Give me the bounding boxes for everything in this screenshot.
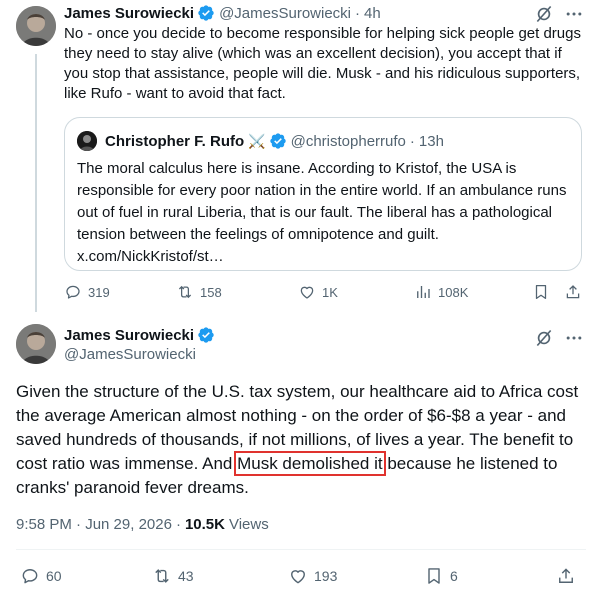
bookmark-button[interactable] [532,283,550,301]
share-icon [566,285,580,299]
heart-icon [300,286,314,299]
avatar[interactable] [16,6,56,46]
views-count: 108K [438,284,469,300]
author-handle[interactable]: @JamesSurowiecki [64,346,196,363]
main-body: Given the structure of the U.S. tax syst… [16,380,586,500]
bookmark-icon [428,568,440,584]
repost-button[interactable]: 158 [176,283,222,301]
quote-author-name[interactable]: Christopher F. Rufo [105,133,244,150]
repost-button[interactable]: 43 [152,566,194,586]
main-actions: 60 43 193 6 [16,566,586,588]
separator: · [175,516,181,533]
grok-icon[interactable] [534,4,554,24]
more-options-icon[interactable] [564,4,584,24]
views-chart-icon [417,286,430,298]
reply-count: 319 [88,284,110,300]
share-button[interactable] [564,283,582,301]
share-button[interactable] [556,566,576,586]
separator: · [409,132,415,150]
more-options-icon[interactable] [564,328,584,348]
reply-count: 60 [46,568,62,584]
heart-icon [291,570,305,584]
timestamp[interactable]: 9:58 PM · Jun 29, 2026 [16,516,172,533]
share-icon [559,568,573,583]
like-button[interactable]: 1K [298,283,338,301]
author-name[interactable]: James Surowiecki [64,327,194,344]
quote-header: Christopher F. Rufo ⚔️ @christopherrufo … [105,132,444,150]
quote-tweet[interactable]: Christopher F. Rufo ⚔️ @christopherrufo … [64,117,582,271]
quote-time[interactable]: 13h [419,133,444,150]
divider [16,549,586,550]
reply-header: James Surowiecki @JamesSurowiecki · 4h [64,4,381,22]
reply-button[interactable]: 319 [64,283,110,301]
verified-badge-icon [197,4,215,22]
main-header-name: James Surowiecki [64,326,219,344]
reply-button[interactable]: 60 [20,566,62,586]
views-label: Views [228,516,269,533]
separator: · [355,4,361,22]
views-count: 10.5K [184,516,225,533]
avatar[interactable] [16,324,56,364]
grok-icon[interactable] [534,328,554,348]
verified-badge-icon [269,132,287,150]
thread-line [35,54,37,312]
bookmark-button[interactable]: 6 [424,566,458,586]
reply-icon [66,285,80,299]
like-count: 1K [322,284,338,300]
repost-count: 43 [178,568,194,584]
verified-badge-icon [197,326,215,344]
reply-body: No - once you decide to become responsib… [64,25,581,102]
repost-icon [178,285,192,299]
tweet-time[interactable]: 4h [364,5,381,22]
like-count: 193 [314,568,338,584]
tweet-meta: 9:58 PM · Jun 29, 2026 · 10.5K Views [16,516,269,533]
like-button[interactable]: 193 [288,566,337,586]
reply-actions: 319 158 1K 108K [64,283,584,305]
quote-avatar[interactable] [77,131,97,151]
views-button[interactable]: 108K [414,283,468,301]
reply-icon [22,569,38,584]
repost-icon [155,569,169,583]
repost-count: 158 [200,284,222,300]
quote-body: The moral calculus here is insane. Accor… [77,160,567,265]
main-header-icons [534,328,584,348]
bookmark-count: 6 [450,568,458,584]
author-handle[interactable]: @JamesSurowiecki [219,5,351,22]
main-header-handle: @JamesSurowiecki [64,346,196,363]
reply-header-icons [534,4,584,24]
swords-emoji: ⚔️ [248,132,266,149]
author-name[interactable]: James Surowiecki [64,5,194,22]
bookmark-icon [535,284,547,300]
quote-author-handle[interactable]: @christopherrufo [291,133,406,150]
highlighted-phrase: Musk demolished it [234,451,386,476]
